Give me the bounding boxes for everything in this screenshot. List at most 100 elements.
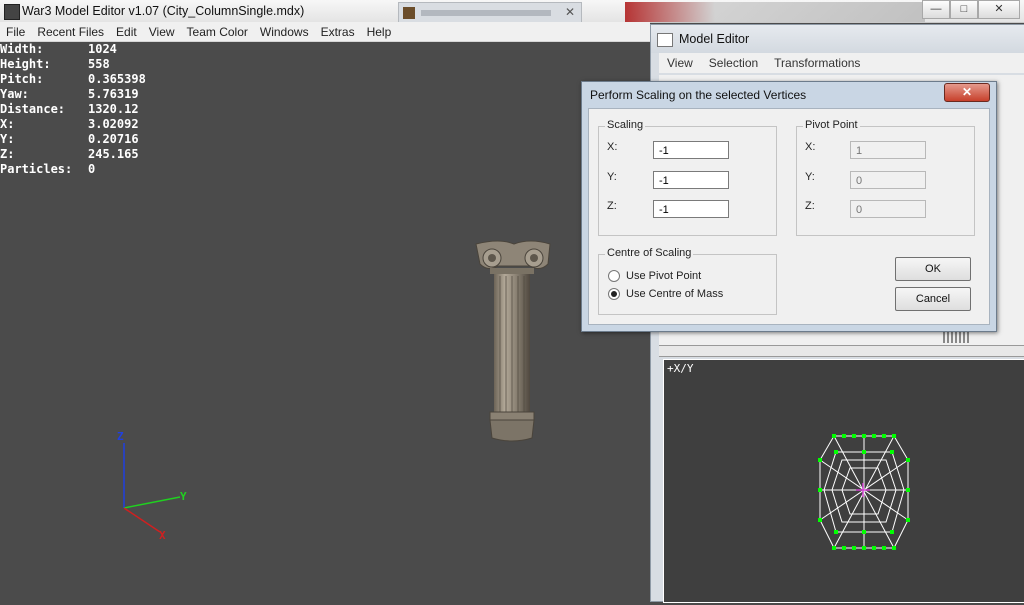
- stat-key: Particles:: [0, 162, 73, 176]
- use-pivot-point-radio[interactable]: [608, 270, 620, 282]
- scale-z-label: Z:: [607, 200, 617, 212]
- cancel-button[interactable]: Cancel: [895, 287, 971, 311]
- stat-value: 5.76319: [88, 87, 139, 101]
- pivot-y-field: 0: [850, 171, 926, 189]
- scale-x-field[interactable]: -1: [653, 141, 729, 159]
- window-controls: — □ ✕: [922, 0, 1020, 19]
- dialog-title: Perform Scaling on the selected Vertices: [590, 88, 807, 102]
- use-centre-of-mass-text: Use Centre of Mass: [626, 288, 724, 300]
- close-button[interactable]: ✕: [978, 0, 1020, 19]
- scale-y-field[interactable]: -1: [653, 171, 729, 189]
- stat-value: 1024: [88, 42, 117, 56]
- model-editor-splitter[interactable]: [659, 345, 1024, 357]
- stat-key: Z:: [0, 147, 15, 161]
- background-window-icon: [403, 7, 415, 19]
- stat-value: 558: [88, 57, 110, 71]
- stat-key: Y:: [0, 132, 15, 146]
- use-pivot-point-text: Use Pivot Point: [626, 270, 702, 282]
- axis-gizmo: Z Y X: [100, 425, 220, 545]
- axis-x-line: [123, 507, 161, 533]
- maximize-button[interactable]: □: [950, 0, 978, 19]
- menu-help[interactable]: Help: [361, 22, 398, 41]
- stat-value: 0: [88, 162, 96, 176]
- me-menu-transformations[interactable]: Transformations: [766, 53, 868, 73]
- column-model[interactable]: [470, 236, 560, 446]
- stat-value: 0.20716: [88, 132, 139, 146]
- stat-value: 0.365398: [88, 72, 146, 86]
- background-window-title: [421, 10, 551, 16]
- window-title: War3 Model Editor v1.07 (City_ColumnSing…: [22, 4, 305, 18]
- scaling-dialog: Perform Scaling on the selected Vertices…: [581, 81, 997, 332]
- stat-key: Distance:: [0, 102, 66, 116]
- axis-y-label: Y: [180, 490, 187, 503]
- pivot-point-group-label: Pivot Point: [803, 119, 860, 131]
- stat-key: Pitch:: [0, 72, 44, 86]
- background-window-strip: [625, 2, 925, 22]
- dialog-title-bar: Perform Scaling on the selected Vertices…: [582, 82, 996, 108]
- centre-of-scaling-group: Centre of Scaling Use Pivot Point Use Ce…: [598, 247, 777, 315]
- model-editor-icon: [657, 33, 673, 47]
- wireframe-view: [818, 434, 910, 550]
- use-centre-of-mass-option[interactable]: Use Centre of Mass: [608, 288, 723, 300]
- scale-x-label: X:: [607, 141, 618, 153]
- main-title-bar: War3 Model Editor v1.07 (City_ColumnSing…: [0, 0, 1024, 24]
- menu-view[interactable]: View: [143, 22, 181, 41]
- me-menu-selection[interactable]: Selection: [701, 53, 766, 73]
- minimize-button[interactable]: —: [922, 0, 950, 19]
- pivot-y-label: Y:: [805, 171, 815, 183]
- stat-key: Width:: [0, 42, 44, 56]
- app-icon: [4, 4, 20, 20]
- dialog-close-button[interactable]: ✕: [944, 83, 990, 102]
- model-editor-menu-bar: View Selection Transformations: [659, 53, 1024, 73]
- stat-key: Height:: [0, 57, 51, 71]
- column-model-render: [475, 240, 551, 442]
- scale-z-field[interactable]: -1: [653, 200, 729, 218]
- stat-value: 3.02092: [88, 117, 139, 131]
- axis-z-label: Z: [117, 430, 124, 443]
- background-window-close-icon[interactable]: ✕: [565, 5, 575, 19]
- pivot-x-label: X:: [805, 141, 816, 153]
- stat-row: Yaw: 5.76319: [0, 87, 146, 102]
- model-editor-title-bar: Model Editor: [651, 25, 1024, 53]
- viewport-label: +X/Y: [667, 362, 694, 375]
- centre-of-scaling-label: Centre of Scaling: [605, 247, 694, 259]
- stat-row: Distance: 1320.12: [0, 102, 146, 117]
- pivot-z-label: Z:: [805, 200, 815, 212]
- pivot-z-field: 0: [850, 200, 926, 218]
- viewport-stats: Width: 1024 Height: 558 Pitch: 0.365398 Yaw…: [0, 42, 146, 177]
- background-window-tab[interactable]: ✕: [398, 2, 582, 24]
- menu-recent-files[interactable]: Recent Files: [31, 22, 110, 41]
- scale-y-label: Y:: [607, 171, 617, 183]
- stat-row: Height: 558: [0, 57, 146, 72]
- scaling-group-label: Scaling: [605, 119, 646, 131]
- stat-row: Particles: 0: [0, 162, 146, 177]
- menu-file[interactable]: File: [0, 22, 31, 41]
- axis-x-label: X: [159, 529, 166, 542]
- stat-row: X: 3.02092: [0, 117, 146, 132]
- stat-row: Z: 245.165: [0, 147, 146, 162]
- stat-row: Pitch: 0.365398: [0, 72, 146, 87]
- axis-gizmo-lines: [123, 443, 181, 533]
- menu-edit[interactable]: Edit: [110, 22, 143, 41]
- menu-team-color[interactable]: Team Color: [181, 22, 254, 41]
- me-menu-view[interactable]: View: [659, 53, 701, 73]
- scaling-group: Scaling X: -1 Y: -1 Z: -1: [598, 119, 777, 236]
- menu-extras[interactable]: Extras: [315, 22, 361, 41]
- main-menu-bar: File Recent Files Edit View Team Color W…: [0, 22, 650, 42]
- menu-windows[interactable]: Windows: [254, 22, 315, 41]
- use-centre-of-mass-radio[interactable]: [608, 288, 620, 300]
- stat-key: X:: [0, 117, 15, 131]
- dialog-body: Scaling X: -1 Y: -1 Z: -1 Pivot Point X:…: [588, 108, 990, 325]
- model-editor-viewport[interactable]: +X/Y: [663, 359, 1024, 603]
- pivot-x-field: 1: [850, 141, 926, 159]
- stat-row: Width: 1024: [0, 42, 146, 57]
- stat-value: 245.165: [88, 147, 139, 161]
- pivot-point-group: Pivot Point X: 1 Y: 0 Z: 0: [796, 119, 975, 236]
- stat-key: Yaw:: [0, 87, 29, 101]
- splitter-grip[interactable]: [943, 331, 971, 343]
- axis-y-line: [123, 496, 181, 509]
- use-pivot-point-option[interactable]: Use Pivot Point: [608, 270, 701, 282]
- ok-button[interactable]: OK: [895, 257, 971, 281]
- stat-row: Y: 0.20716: [0, 132, 146, 147]
- stat-value: 1320.12: [88, 102, 139, 116]
